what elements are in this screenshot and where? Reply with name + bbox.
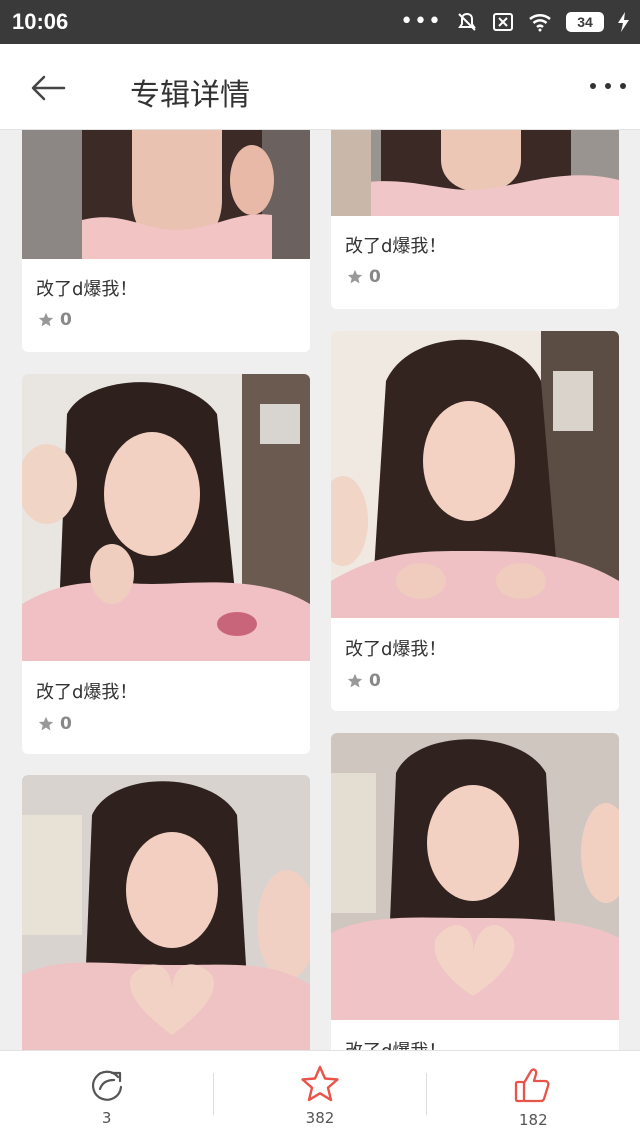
photo-caption: 改了d爆我！	[345, 236, 447, 257]
status-icons: ••• 34	[400, 8, 630, 36]
photo-card[interactable]: 改了d爆我！ 0	[331, 331, 619, 711]
star-icon	[347, 269, 363, 284]
divider	[213, 1073, 215, 1115]
photo-image	[22, 775, 310, 1050]
photo-caption: 改了d爆我！	[36, 682, 138, 703]
photo-caption: 改了d爆我！	[345, 1037, 446, 1050]
star-rating: 0	[347, 267, 381, 287]
app-header: 专辑详情	[0, 44, 640, 130]
photo-card[interactable]: 改了d爆我！ 0	[22, 374, 310, 754]
star-rating: 0	[347, 671, 381, 691]
photo[interactable]	[331, 130, 619, 216]
more-options-button[interactable]	[586, 70, 630, 102]
bottom-action-bar: 3 382 182	[0, 1050, 640, 1138]
no-sim-icon	[493, 13, 513, 31]
photo-image	[22, 374, 310, 661]
photo-image	[331, 331, 619, 618]
star-icon	[38, 312, 54, 327]
share-count: 3	[101, 1109, 112, 1127]
star-outline-icon	[301, 1065, 339, 1102]
like-button[interactable]: 182	[427, 1051, 640, 1138]
photo[interactable]	[331, 733, 619, 1020]
battery-icon: 34	[566, 12, 604, 32]
star-count: 0	[369, 267, 381, 287]
album-grid[interactable]: 改了d爆我！ 0 改了d爆我！ 0 改了d爆我！ 0 改了d爆我！ 0	[0, 130, 640, 1050]
photo-image	[22, 130, 310, 259]
status-bar: 10:06 ••• 34	[0, 0, 640, 44]
dot	[605, 83, 611, 89]
photo[interactable]	[331, 331, 619, 618]
favorite-count: 382	[305, 1109, 335, 1127]
photo-image	[331, 733, 619, 1020]
photo[interactable]	[22, 374, 310, 661]
photo-caption: 改了d爆我！	[345, 639, 447, 660]
muted-bell-icon	[458, 12, 476, 31]
photo[interactable]	[22, 130, 310, 259]
photo-card[interactable]: 改了d爆我！ 0	[22, 130, 310, 352]
like-count: 182	[519, 1111, 548, 1129]
status-time: 10:06	[12, 9, 69, 34]
favorite-button[interactable]: 382	[213, 1051, 427, 1138]
star-icon	[347, 673, 363, 688]
thumbs-up-icon	[515, 1068, 550, 1103]
charging-icon	[618, 12, 629, 32]
star-count: 0	[369, 671, 381, 691]
photo-card[interactable]	[22, 775, 310, 1050]
photo-card[interactable]: 改了d爆我！	[331, 733, 619, 1050]
star-rating: 0	[38, 310, 72, 330]
photo[interactable]	[22, 775, 310, 1050]
share-button[interactable]: 3	[0, 1051, 213, 1138]
dot	[620, 83, 626, 89]
more-notifications-icon: •••	[400, 9, 442, 34]
star-count: 0	[60, 310, 72, 330]
photo-caption: 改了d爆我！	[36, 279, 138, 300]
dot	[590, 83, 596, 89]
share-icon	[91, 1070, 122, 1101]
back-arrow-icon	[31, 75, 66, 101]
star-icon	[38, 716, 54, 731]
page-title: 专辑详情	[130, 78, 250, 113]
star-rating: 0	[38, 714, 72, 734]
photo-card[interactable]: 改了d爆我！ 0	[331, 130, 619, 309]
photo-image	[331, 130, 619, 216]
wifi-icon	[529, 14, 551, 32]
back-button[interactable]	[28, 68, 68, 108]
star-count: 0	[60, 714, 72, 734]
